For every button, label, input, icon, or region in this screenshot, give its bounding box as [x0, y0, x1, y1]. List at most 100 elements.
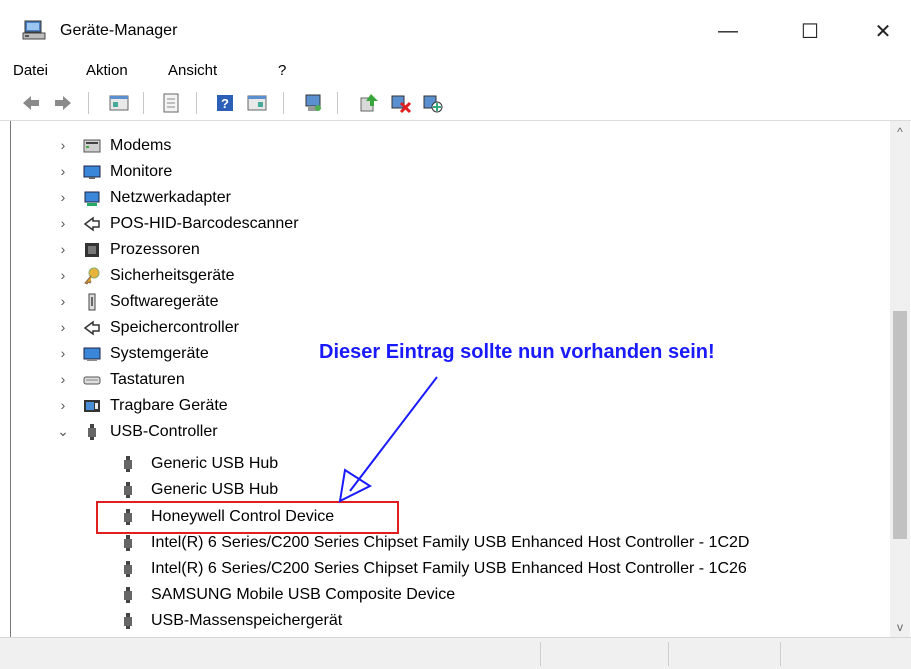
tree-item-usb-device[interactable]: Generic USB Hub — [11, 451, 891, 477]
tree-item-label: Modems — [110, 137, 172, 154]
forward-icon[interactable] — [52, 92, 74, 114]
processor-icon — [83, 241, 101, 259]
menu-datei[interactable]: Datei — [13, 62, 48, 79]
tree-item-usb-device[interactable]: USB-Massenspeichergerät — [11, 608, 891, 634]
tree-item-label: Intel(R) 6 Series/C200 Series Chipset Fa… — [151, 534, 750, 551]
menu-ansicht[interactable]: Ansicht — [168, 62, 217, 79]
menu-help[interactable]: ? — [278, 62, 286, 79]
expand-chevron-icon[interactable]: › — [56, 372, 70, 386]
tree-item-label: Tragbare Geräte — [110, 397, 228, 414]
device-tree[interactable]: › Modems › Monitore › Netzwerkadapter › … — [10, 121, 891, 637]
tree-item-modems[interactable]: › Modems — [11, 133, 891, 159]
expand-chevron-icon[interactable]: › — [56, 320, 70, 334]
scan-icon[interactable] — [160, 92, 182, 114]
toolbar-separator — [196, 92, 197, 114]
tree-item-speichercontroller[interactable]: › Speichercontroller — [11, 315, 891, 341]
toolbar-separator — [337, 92, 338, 114]
usb-icon — [119, 560, 137, 578]
monitor-icon[interactable] — [302, 92, 324, 114]
toolbar: ? — [0, 86, 911, 121]
menu-aktion[interactable]: Aktion — [86, 62, 128, 79]
monitor-icon — [83, 163, 101, 181]
collapse-chevron-icon[interactable]: ⌄ — [56, 424, 70, 438]
tree-item-usb-device[interactable]: Intel(R) 6 Series/C200 Series Chipset Fa… — [11, 556, 891, 582]
tree-item-sicherheitsgeraete[interactable]: › Sicherheitsgeräte — [11, 263, 891, 289]
tree-item-label: Softwaregeräte — [110, 293, 219, 310]
usb-icon — [119, 455, 137, 473]
keyboard-icon — [83, 371, 101, 389]
update-driver-icon[interactable] — [358, 92, 380, 114]
tree-item-usb-controller[interactable]: ⌄ USB-Controller — [11, 419, 891, 445]
tree-item-label: Netzwerkadapter — [110, 189, 231, 206]
title-bar: Geräte-Manager — ☐ ✕ — [0, 0, 911, 62]
toolbar-separator — [143, 92, 144, 114]
usb-icon — [83, 423, 101, 441]
tree-item-label: POS-HID-Barcodescanner — [110, 215, 299, 232]
tree-item-monitore[interactable]: › Monitore — [11, 159, 891, 185]
tree-item-usb-device[interactable]: SAMSUNG Mobile USB Composite Device — [11, 582, 891, 608]
tree-item-label: Tastaturen — [110, 371, 185, 388]
barcode-scanner-icon — [83, 215, 101, 233]
expand-chevron-icon[interactable]: › — [56, 268, 70, 282]
expand-chevron-icon[interactable]: › — [56, 398, 70, 412]
toolbar-separator — [88, 92, 89, 114]
expand-chevron-icon[interactable]: › — [56, 190, 70, 204]
network-adapter-icon — [83, 189, 101, 207]
menu-bar: Datei Aktion Ansicht ? — [0, 58, 911, 84]
highlight-box — [96, 501, 399, 534]
status-separator — [668, 642, 669, 666]
tree-item-prozessoren[interactable]: › Prozessoren — [11, 237, 891, 263]
maximize-button[interactable]: ☐ — [787, 12, 833, 50]
tree-item-pos-hid-barcodescanner[interactable]: › POS-HID-Barcodescanner — [11, 211, 891, 237]
tree-item-label: Intel(R) 6 Series/C200 Series Chipset Fa… — [151, 560, 747, 577]
status-separator — [780, 642, 781, 666]
scroll-down-arrow[interactable]: v — [890, 617, 910, 637]
svg-text:?: ? — [221, 96, 229, 111]
close-button[interactable]: ✕ — [860, 12, 906, 50]
portable-device-icon — [83, 397, 101, 415]
storage-controller-icon — [83, 319, 101, 337]
expand-chevron-icon[interactable]: › — [56, 138, 70, 152]
tree-item-label: Monitore — [110, 163, 173, 180]
window-title: Geräte-Manager — [60, 22, 178, 39]
tree-item-label: Systemgeräte — [110, 345, 209, 362]
expand-chevron-icon[interactable]: › — [56, 216, 70, 230]
usb-icon — [119, 481, 137, 499]
enable-icon[interactable] — [422, 92, 444, 114]
tree-item-label: Generic USB Hub — [151, 481, 279, 498]
usb-icon — [119, 586, 137, 604]
scroll-up-arrow[interactable]: ^ — [890, 121, 910, 141]
help-icon[interactable]: ? — [214, 92, 236, 114]
vertical-scrollbar[interactable]: ^ v — [890, 121, 910, 637]
expand-chevron-icon[interactable]: › — [56, 294, 70, 308]
system-device-icon — [83, 345, 101, 363]
expand-chevron-icon[interactable]: › — [56, 242, 70, 256]
usb-icon — [119, 534, 137, 552]
properties-icon[interactable] — [108, 92, 130, 114]
security-key-icon — [83, 267, 101, 285]
uninstall-icon[interactable] — [390, 92, 412, 114]
tree-item-label: USB-Controller — [110, 423, 218, 440]
tree-item-netzwerkadapter[interactable]: › Netzwerkadapter — [11, 185, 891, 211]
tree-item-softwaregeraete[interactable]: › Softwaregeräte — [11, 289, 891, 315]
tree-item-tragbare-geraete[interactable]: › Tragbare Geräte — [11, 393, 891, 419]
tree-item-label: Speichercontroller — [110, 319, 239, 336]
status-separator — [540, 642, 541, 666]
scrollbar-thumb[interactable] — [893, 311, 907, 539]
software-device-icon — [83, 293, 101, 311]
tree-item-label: Generic USB Hub — [151, 455, 279, 472]
tree-item-tastaturen[interactable]: › Tastaturen — [11, 367, 891, 393]
toolbar-separator — [283, 92, 284, 114]
tree-item-label: Sicherheitsgeräte — [110, 267, 235, 284]
device-manager-icon — [22, 19, 48, 41]
expand-chevron-icon[interactable]: › — [56, 346, 70, 360]
tree-item-usb-device[interactable]: Generic USB Hub — [11, 477, 891, 503]
tree-item-label: Prozessoren — [110, 241, 200, 258]
back-icon[interactable] — [20, 92, 42, 114]
annotation-text: Dieser Eintrag sollte nun vorhanden sein… — [319, 341, 715, 363]
view-icon[interactable] — [246, 92, 268, 114]
usb-icon — [119, 612, 137, 630]
minimize-button[interactable]: — — [705, 12, 751, 50]
modem-icon — [83, 137, 101, 155]
expand-chevron-icon[interactable]: › — [56, 164, 70, 178]
